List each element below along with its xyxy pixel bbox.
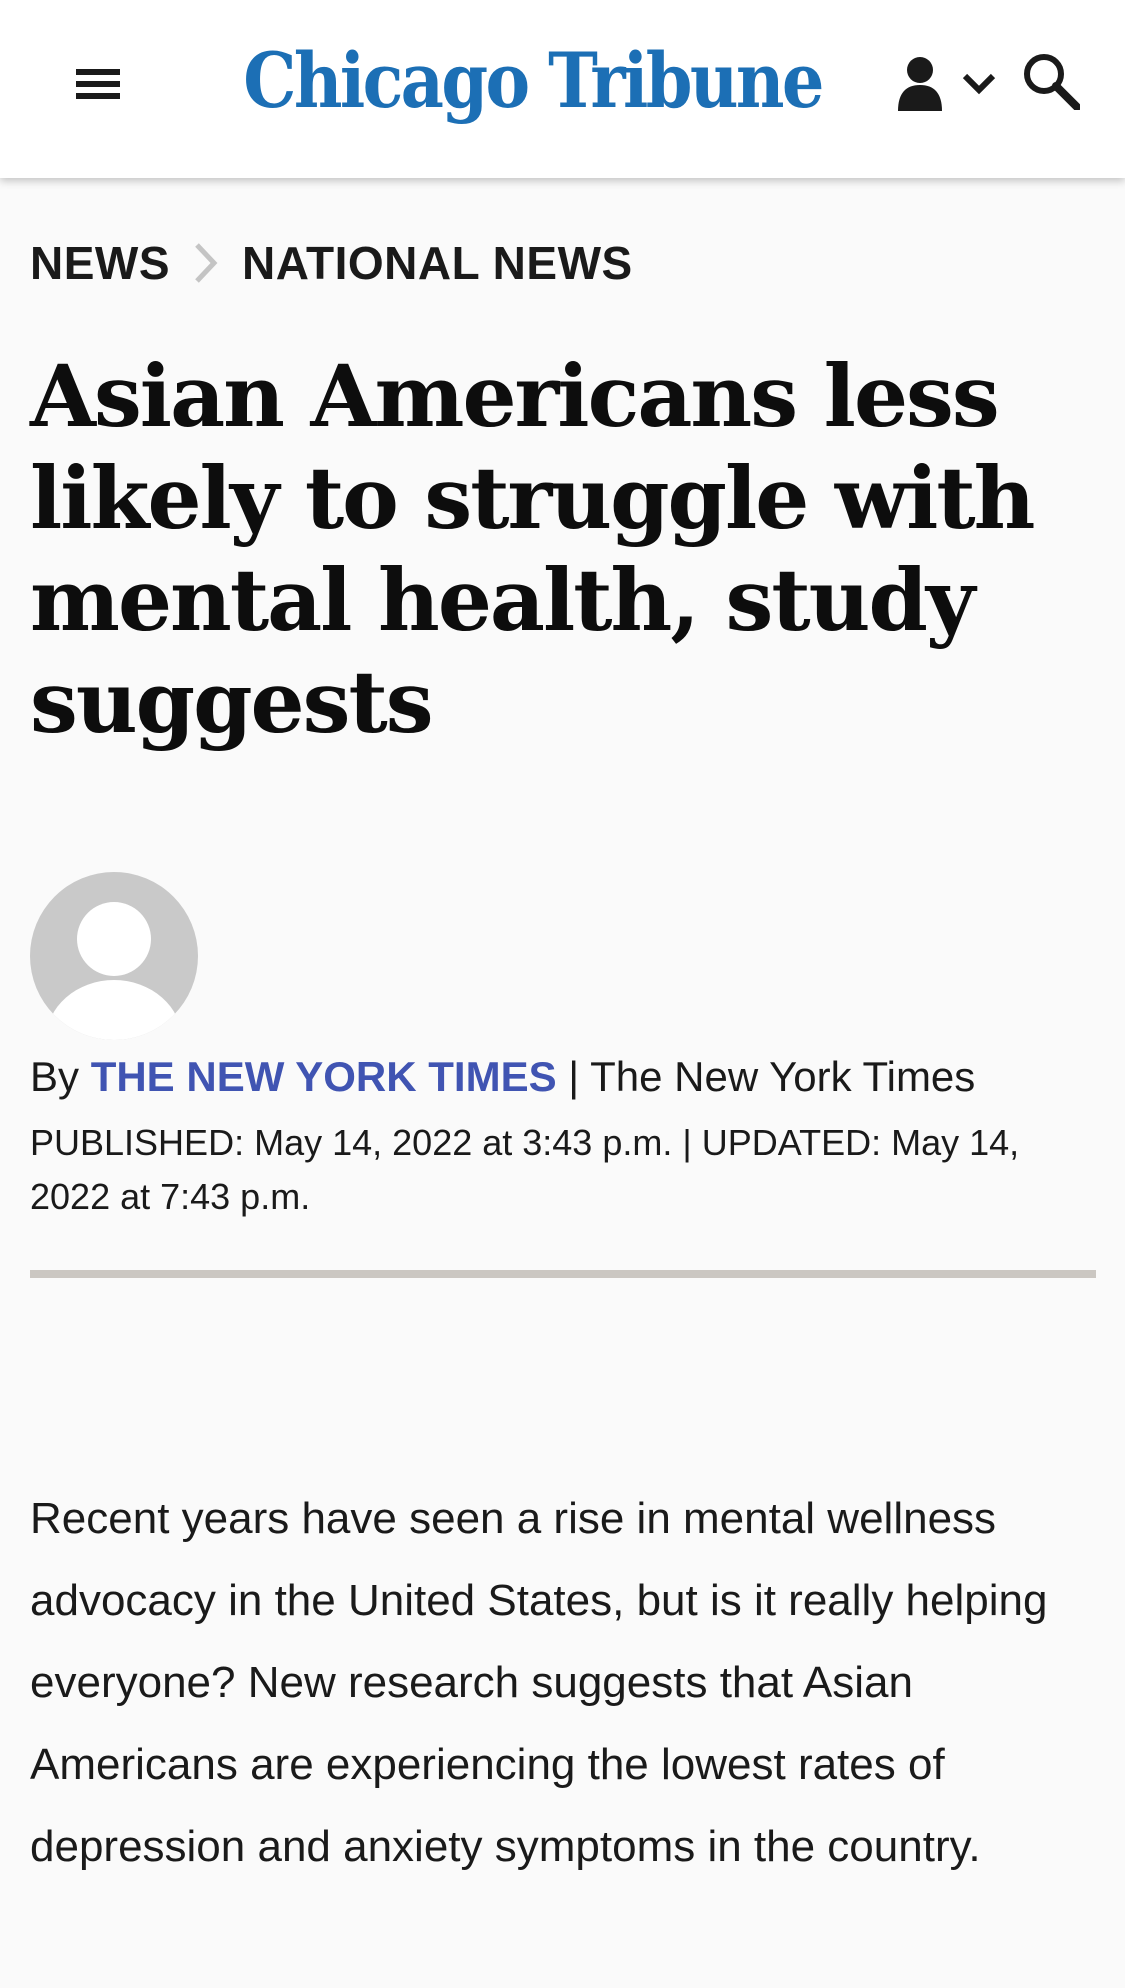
divider xyxy=(30,1270,1096,1278)
search-icon xyxy=(1024,54,1080,110)
hamburger-icon xyxy=(76,69,120,99)
article-headline: Asian Americans less likely to struggle … xyxy=(30,347,1035,753)
chevron-down-icon xyxy=(962,73,996,95)
updated-label: UPDATED: xyxy=(701,1122,882,1163)
site-header: Chicago Tribune xyxy=(0,0,1125,178)
user-icon xyxy=(898,57,942,111)
avatar-placeholder-icon xyxy=(46,902,182,1040)
byline-prefix: By xyxy=(30,1053,80,1100)
article-dates: PUBLISHED: May 14, 2022 at 3:43 p.m. | U… xyxy=(30,1116,1090,1224)
author-link[interactable]: THE NEW YORK TIMES xyxy=(91,1053,557,1100)
byline: By THE NEW YORK TIMES | The New York Tim… xyxy=(30,1048,1100,1106)
breadcrumb-item-national-news[interactable]: NATIONAL NEWS xyxy=(242,236,633,290)
published-date: May 14, 2022 at 3:43 p.m. xyxy=(254,1122,673,1163)
search-button[interactable] xyxy=(1016,46,1086,116)
author-avatar xyxy=(30,872,198,1040)
byline-separator: | xyxy=(568,1053,580,1100)
menu-button[interactable] xyxy=(66,60,130,108)
date-separator: | xyxy=(682,1122,692,1163)
byline-source: The New York Times xyxy=(590,1053,976,1100)
breadcrumb-item-news[interactable]: NEWS xyxy=(30,236,170,290)
chevron-right-icon xyxy=(170,230,242,296)
account-menu-button[interactable] xyxy=(892,50,1016,116)
breadcrumb: NEWS NATIONAL NEWS xyxy=(30,230,633,296)
published-label: PUBLISHED: xyxy=(30,1122,245,1163)
site-logo[interactable]: Chicago Tribune xyxy=(243,34,824,126)
article-paragraph: Recent years have seen a rise in mental … xyxy=(30,1494,1048,1871)
